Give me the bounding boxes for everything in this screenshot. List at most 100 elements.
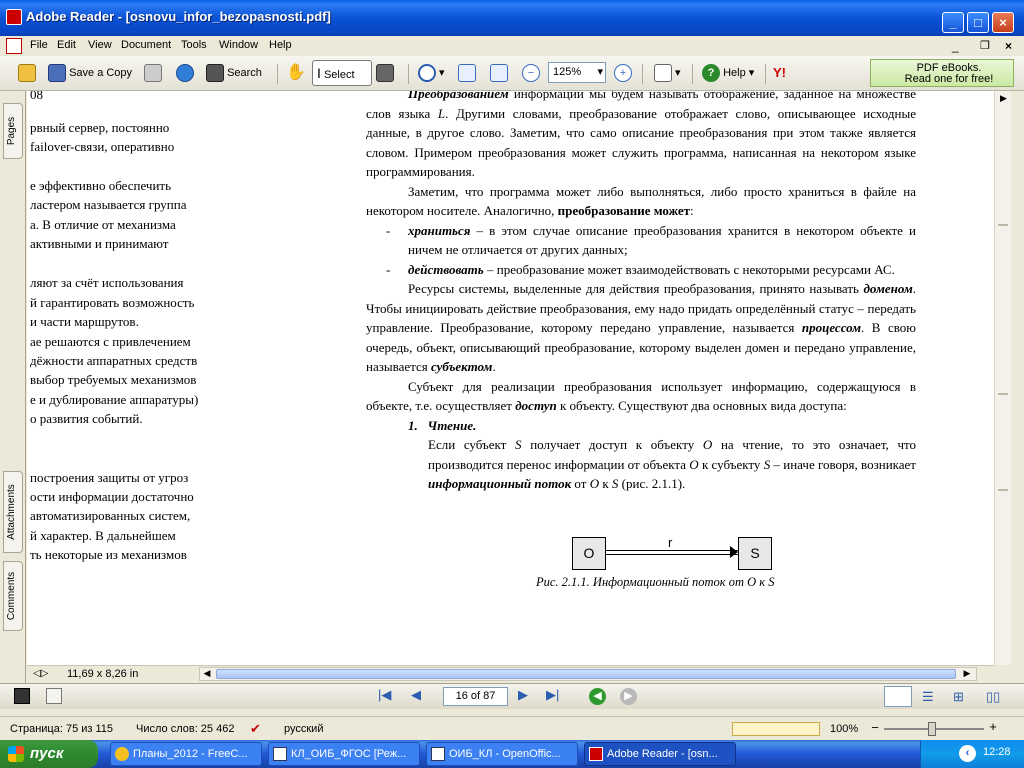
view-layout-buttons[interactable] [732, 722, 820, 736]
globe-icon [176, 64, 194, 83]
task-label: Планы_2012 - FreeC... [133, 748, 248, 760]
toolbar: Save a Copy Search ✋ I Select ▾ − 125% ▾ … [0, 56, 1024, 91]
go-back-button[interactable]: ◀ [589, 688, 606, 705]
text: O [689, 456, 699, 472]
next-page-button[interactable]: ▶ [518, 687, 528, 703]
tab-pages[interactable]: Pages [3, 103, 23, 159]
menu-view[interactable]: View [88, 39, 112, 51]
zoom-out-button[interactable]: − [870, 720, 880, 736]
menu-help[interactable]: Help [269, 39, 292, 51]
start-button[interactable]: пуск [0, 740, 98, 768]
yahoo-icon: Y! [773, 65, 786, 80]
close-button[interactable]: × [992, 12, 1014, 33]
toolbar-separator [765, 64, 766, 84]
task-freecommander[interactable]: Планы_2012 - FreeC... [110, 742, 262, 766]
fit-page-button[interactable] [458, 62, 476, 84]
zoom-in-tool-button[interactable]: ▾ [418, 62, 445, 84]
search-label: Search [227, 67, 262, 79]
zoom-in-button[interactable]: + [986, 719, 1000, 735]
page-thumb-icon[interactable] [46, 688, 62, 704]
app-icon [115, 747, 129, 761]
word-count: Число слов: 25 462 [136, 723, 235, 735]
page-number-field[interactable]: 16 of 87 [443, 687, 508, 706]
window-title: Adobe Reader - [osnovu_infor_bezopasnost… [26, 9, 331, 24]
left-column-line: выбор требуемых механизмов [30, 372, 197, 387]
term: информационный поток [428, 476, 572, 491]
minus-icon: − [522, 64, 540, 83]
yahoo-button[interactable]: Y! [773, 62, 786, 84]
text: (рис. 2.1.1). [618, 476, 686, 491]
app-icon [6, 9, 22, 25]
task-openoffice[interactable]: ОИБ_КЛ - OpenOffic... [426, 742, 578, 766]
left-column-line: о развития событий. [30, 411, 143, 426]
menu-window[interactable]: Window [219, 39, 258, 51]
document-view[interactable]: 08 рвный сервер, постоянно failover-связи… [27, 91, 994, 665]
scroll-right-icon[interactable]: ▶ [997, 93, 1010, 107]
left-column-line: ости информации достаточно [30, 489, 194, 504]
text: O [589, 476, 600, 491]
single-page-button[interactable] [884, 686, 912, 707]
scroll-thumb[interactable] [216, 669, 956, 679]
go-forward-button[interactable]: ▶ [620, 688, 637, 705]
horizontal-scrollbar-area: ◁▷ 11,69 x 8,26 in ◀ ▶ [27, 665, 994, 682]
paragraph: Субъект для реализации преобразования ис… [366, 377, 916, 416]
vertical-scrollbar[interactable]: ▶ [994, 91, 1011, 665]
ebooks-banner[interactable]: PDF eBooks. Read one for free! [870, 59, 1014, 87]
tray-arrow-icon[interactable]: ‹ [959, 745, 976, 762]
print-button[interactable] [144, 62, 162, 84]
left-column-line: и части маршрутов. [30, 314, 139, 329]
maximize-button[interactable]: □ [967, 12, 989, 33]
snapshot-button[interactable] [376, 62, 394, 84]
doc-restore-button[interactable]: ❐ [980, 39, 990, 52]
paragraph: Если субъект S получает доступ к объекту… [366, 435, 916, 494]
zoom-slider-thumb[interactable] [928, 722, 936, 736]
menu-file[interactable]: File [30, 39, 48, 51]
toolbar-separator [692, 64, 693, 84]
tab-comments[interactable]: Comments [3, 561, 23, 631]
select-tool-button[interactable]: I Select [312, 60, 372, 86]
continuous-button[interactable]: ☰ [922, 689, 934, 705]
select-label: Select [323, 69, 355, 81]
previous-page-button[interactable]: ◀ [411, 687, 421, 703]
hand-icon: ✋ [286, 64, 306, 81]
camera-icon [376, 64, 394, 83]
menu-tools[interactable]: Tools [181, 39, 207, 51]
term: Преобразованием [408, 91, 509, 101]
fit-width-button[interactable] [490, 62, 508, 84]
save-copy-button[interactable]: Save a Copy [48, 62, 132, 84]
task-adobe-reader[interactable]: Adobe Reader - [osn... [584, 742, 736, 766]
task-writer-kl[interactable]: КЛ_ОИБ_ФГОС [Реж... [268, 742, 420, 766]
tab-attachments[interactable]: Attachments [3, 471, 23, 553]
horizontal-scrollbar[interactable]: ◀ ▶ [199, 667, 977, 681]
page-layout-button[interactable]: ▾ [654, 62, 681, 84]
heading: 1. Чтение. [366, 416, 916, 436]
scroll-right-icon[interactable]: ▶ [960, 668, 974, 680]
hand-tool-button[interactable]: ✋ [286, 62, 306, 84]
search-button[interactable]: Search [206, 62, 262, 84]
doc-minimize-button[interactable]: _ [952, 39, 959, 53]
continuous-facing-button[interactable]: ▯▯ [986, 689, 1000, 705]
text: получает доступ к объекту [521, 437, 703, 452]
zoom-out-button[interactable]: − [522, 62, 540, 84]
scroll-left-icon[interactable]: ◀ [200, 668, 214, 680]
fullscreen-icon[interactable] [14, 688, 30, 704]
minimize-button[interactable]: _ [942, 12, 964, 33]
email-button[interactable] [176, 62, 194, 84]
language[interactable]: русский [284, 723, 323, 735]
text: к субъекту [698, 456, 764, 472]
doc-close-button[interactable]: × [1005, 39, 1012, 53]
left-column-line: построения защиты от угроз [30, 470, 189, 485]
spellcheck-icon[interactable]: ✔ [250, 721, 266, 737]
open-button[interactable] [18, 62, 36, 84]
zoom-in-button[interactable]: + [614, 62, 632, 84]
taskbar: пуск Планы_2012 - FreeC... КЛ_ОИБ_ФГОС [… [0, 740, 1024, 768]
left-column-line: дёжности аппаратных средств [30, 353, 198, 368]
last-page-button[interactable]: ▶| [546, 687, 559, 703]
first-page-button[interactable]: |◀ [378, 687, 391, 703]
facing-button[interactable]: ⊞ [953, 689, 964, 705]
zoom-field[interactable]: 125% ▾ [548, 62, 606, 83]
menu-edit[interactable]: Edit [57, 39, 76, 51]
menu-document[interactable]: Document [121, 39, 171, 51]
fit-width-icon [490, 64, 508, 83]
help-button[interactable]: ? Help ▾ [702, 62, 754, 84]
